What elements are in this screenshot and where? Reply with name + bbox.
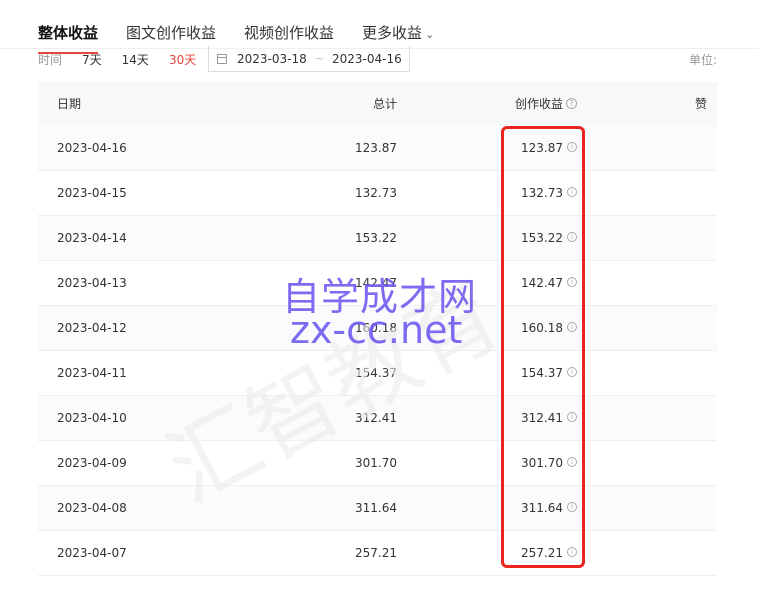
cell-creation-income: 153.22	[521, 231, 563, 245]
table-row: 2023-04-09 301.70 301.70 i	[38, 441, 717, 486]
date-end: 2023-04-16	[331, 51, 402, 66]
cell-date: 2023-04-07	[57, 546, 127, 560]
info-icon[interactable]: ?	[566, 98, 577, 109]
info-icon[interactable]: i	[567, 367, 577, 377]
cell-date: 2023-04-12	[57, 321, 127, 335]
cell-total: 153.22	[355, 231, 397, 245]
table-row: 2023-04-07 257.21 257.21 i	[38, 531, 717, 576]
tab-video-income[interactable]: 视频创作收益	[244, 18, 334, 48]
header-total: 总计	[372, 97, 397, 111]
cell-date: 2023-04-11	[57, 366, 127, 380]
range-14-days[interactable]: 14天	[122, 51, 149, 68]
info-icon[interactable]: i	[567, 457, 577, 467]
tab-overall-income[interactable]: 整体收益	[38, 18, 99, 54]
cell-creation-income: 142.47	[521, 276, 563, 290]
cell-date: 2023-04-08	[57, 501, 127, 515]
date-start: 2023-03-18	[237, 51, 307, 66]
table-row: 2023-04-14 153.22 153.22 i	[38, 216, 717, 261]
tab-more-income[interactable]: 更多收益 ⌄	[362, 18, 434, 48]
info-icon[interactable]: i	[567, 502, 577, 512]
chevron-down-icon: ⌄	[425, 28, 435, 41]
info-icon[interactable]: i	[567, 412, 577, 422]
cell-creation-income: 154.37	[521, 366, 563, 380]
table-row: 2023-04-08 311.64 311.64 i	[38, 486, 717, 531]
range-7-days[interactable]: 7天	[82, 51, 102, 68]
cell-creation-income: 311.64	[521, 501, 563, 515]
header-date: 日期	[57, 97, 82, 111]
tab-label: 图文创作收益	[126, 24, 217, 42]
cell-date: 2023-04-16	[57, 141, 127, 155]
tab-article-income[interactable]: 图文创作收益	[126, 18, 216, 48]
watermark-url: zx-cc.net	[290, 308, 463, 352]
cell-creation-income: 132.73	[521, 186, 563, 200]
time-filter: 时间 7天 14天 30天	[38, 48, 216, 70]
range-30-days[interactable]: 30天	[169, 51, 196, 68]
header-creation-income: 创作收益	[514, 97, 563, 111]
cell-date: 2023-04-09	[57, 456, 127, 470]
cell-total: 123.87	[355, 141, 397, 155]
table-row: 2023-04-15 132.73 132.73 i	[38, 171, 717, 216]
cell-total: 311.64	[355, 501, 397, 515]
info-icon[interactable]: i	[567, 142, 577, 152]
date-separator: ~	[314, 52, 324, 65]
tab-label: 整体收益	[38, 24, 99, 42]
cell-creation-income: 301.70	[521, 456, 563, 470]
cell-total: 132.73	[355, 186, 397, 200]
time-label: 时间	[38, 52, 63, 67]
tab-label: 视频创作收益	[244, 24, 335, 42]
cell-creation-income: 312.41	[521, 411, 563, 425]
cell-date: 2023-04-15	[57, 186, 127, 200]
info-icon[interactable]: i	[567, 547, 577, 557]
income-tabs: 整体收益 图文创作收益 视频创作收益 更多收益 ⌄	[38, 18, 462, 54]
cell-creation-income: 123.87	[521, 141, 563, 155]
unit-label: 单位:	[689, 53, 718, 67]
cell-total: 301.70	[355, 456, 397, 470]
cell-creation-income: 257.21	[521, 546, 563, 560]
info-icon[interactable]: i	[567, 322, 577, 332]
cell-date: 2023-04-13	[57, 276, 127, 290]
date-range-picker[interactable]: 2023-03-18 ~ 2023-04-16	[208, 46, 410, 72]
cell-date: 2023-04-14	[57, 231, 127, 245]
tab-label: 更多收益	[362, 24, 423, 42]
table-row: 2023-04-16 123.87 123.87 i	[38, 126, 717, 171]
cell-total: 257.21	[355, 546, 397, 560]
cell-date: 2023-04-10	[57, 411, 127, 425]
cell-creation-income: 160.18	[521, 321, 563, 335]
table-header: 日期 总计 创作收益 ? 赞赏	[38, 82, 717, 155]
calendar-icon	[217, 53, 227, 64]
info-icon[interactable]: i	[567, 277, 577, 287]
info-icon[interactable]: i	[567, 232, 577, 242]
info-icon[interactable]: i	[567, 187, 577, 197]
